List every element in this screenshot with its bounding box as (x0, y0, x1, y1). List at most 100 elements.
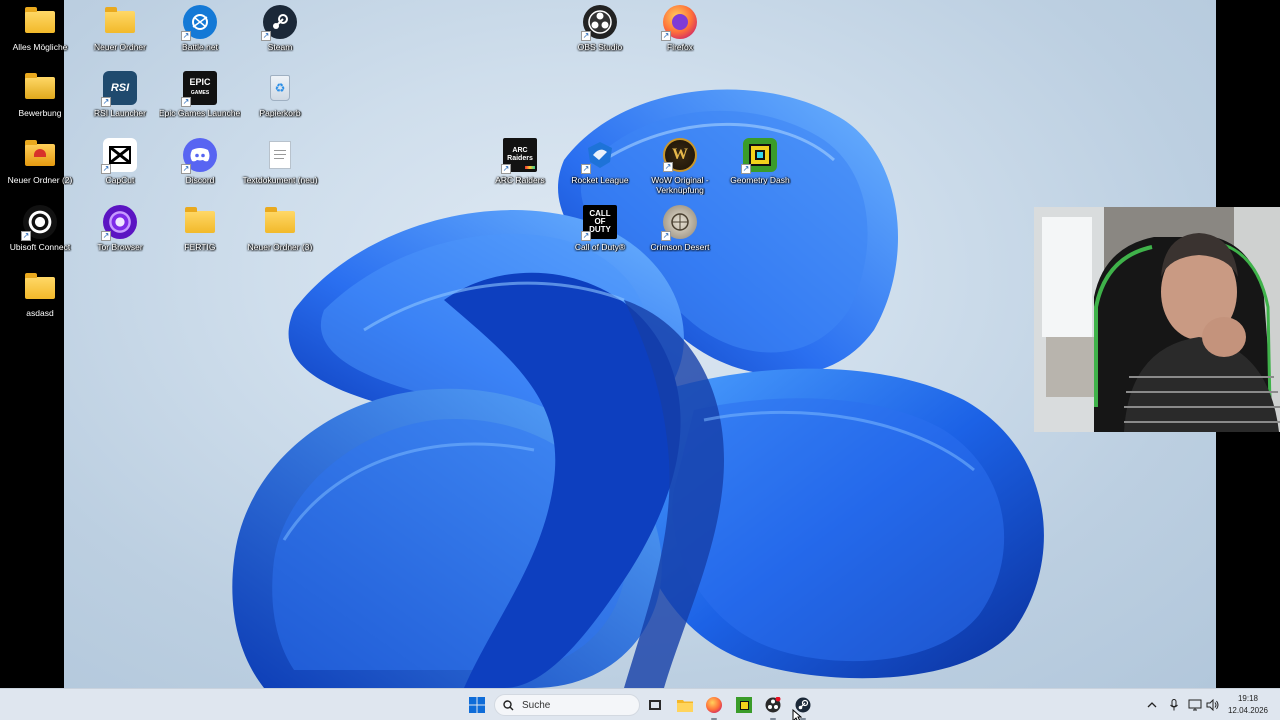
desktop-icon-firefox[interactable]: ↗ Firefox (640, 0, 720, 62)
icon-label: Neuer Ordner (94, 42, 146, 52)
folder-icon (183, 205, 217, 239)
text-document-icon (263, 138, 297, 172)
start-icon (469, 697, 485, 713)
icon-label: Neuer Ordner (3) (247, 242, 313, 252)
task-view-icon (649, 700, 661, 710)
icon-label: Textdokument (neu) (242, 175, 318, 185)
desktop-icon-capcut[interactable]: ↗ CapCut (80, 133, 160, 195)
discord-icon: ↗ (181, 138, 217, 174)
tray-overflow-button[interactable] (1142, 693, 1162, 717)
desktop-icon-alles-moegliche[interactable]: Alles Mögliche (0, 0, 80, 62)
wow-icon: W ↗ (663, 138, 697, 172)
desktop-icon-neuer-ordner-3[interactable]: Neuer Ordner (3) (240, 200, 320, 262)
icon-label: Papierkorb (259, 108, 301, 118)
icon-label: Ubisoft Connect (9, 242, 71, 252)
capcut-icon: ↗ (101, 138, 137, 174)
webcam-overlay (1034, 207, 1280, 432)
icon-label: ARC Raiders (495, 175, 545, 185)
desktop-icon-bewerbung[interactable]: Bewerbung (0, 66, 80, 128)
icon-label: Tor Browser (97, 242, 143, 252)
taskbar-obs-button[interactable] (760, 693, 786, 720)
crimson-desert-icon: ↗ (661, 205, 697, 241)
file-explorer-icon (677, 700, 693, 712)
desktop-icon-neuer-ordner-2[interactable]: Neuer Ordner (2) (0, 133, 80, 195)
mouse-cursor-icon (792, 709, 802, 720)
taskbar: Suche 19:18 12.04.2026 (0, 688, 1280, 720)
search-icon (503, 699, 514, 710)
desktop-icon-call-of-duty[interactable]: CALL OF DUTY ↗ Call of Duty® (560, 200, 640, 262)
icon-label: Neuer Ordner (2) (7, 175, 73, 185)
epic-games-icon: EPIC GAMES ↗ (181, 71, 217, 107)
taskbar-firefox-button[interactable] (701, 693, 727, 720)
desktop-icon-asdasd[interactable]: asdasd (0, 266, 80, 328)
icon-label: Discord (185, 175, 215, 185)
battlenet-icon: ↗ (181, 5, 217, 41)
webcam-feed (1034, 207, 1280, 432)
desktop-icon-wow[interactable]: W ↗ WoW Original - Verknüpfung (640, 133, 720, 195)
desktop-icon-rocket-league[interactable]: ↗ Rocket League (560, 133, 640, 195)
icon-label: FERTIG (184, 242, 216, 252)
search-placeholder: Suche (522, 699, 551, 711)
microphone-button[interactable] (1164, 693, 1184, 717)
firefox-icon: ↗ (661, 5, 697, 41)
icon-label: RSI Launcher (94, 108, 146, 118)
arc-raiders-icon: ARC Raiders ↗ (501, 138, 537, 174)
desktop-icon-ubisoft-connect[interactable]: ↗ Ubisoft Connect (0, 200, 80, 262)
call-of-duty-icon: CALL OF DUTY ↗ (581, 205, 617, 241)
desktop-icon-textdokument[interactable]: Textdokument (neu) (240, 133, 320, 195)
desktop-icon-epic-games[interactable]: EPIC GAMES ↗ Epic Games Launcher (159, 66, 241, 128)
desktop-icon-arc-raiders[interactable]: ARC Raiders ↗ ARC Raiders (480, 133, 560, 195)
task-view-button[interactable] (642, 693, 668, 717)
rocket-league-icon: ↗ (581, 138, 617, 174)
tor-icon: ↗ (101, 205, 137, 241)
icon-label: Epic Games Launcher (159, 108, 241, 118)
folder-icon (23, 5, 57, 39)
rsi-icon: RSI ↗ (101, 71, 137, 107)
firefox-icon (706, 697, 722, 713)
desktop-icon-steam[interactable]: ↗ Steam (240, 0, 320, 62)
clock-time: 19:18 (1237, 694, 1259, 703)
icon-label: Firefox (667, 42, 693, 52)
ubisoft-icon: ↗ (21, 205, 57, 241)
icon-label: Call of Duty® (574, 242, 626, 252)
desktop-icon-rsi-launcher[interactable]: RSI ↗ RSI Launcher (80, 66, 160, 128)
desktop-icon-crimson-desert[interactable]: ↗ Crimson Desert (640, 200, 720, 262)
desktop-icon-battlenet[interactable]: ↗ Battle.net (160, 0, 240, 62)
icon-label: Crimson Desert (650, 242, 710, 252)
folder-icon (103, 5, 137, 39)
desktop-icon-tor-browser[interactable]: ↗ Tor Browser (80, 200, 160, 262)
desktop-icon-neuer-ordner[interactable]: Neuer Ordner (80, 0, 160, 62)
icon-label: Rocket League (571, 175, 629, 185)
recycle-bin-icon: ♻ (263, 71, 297, 105)
clock-date: 12.04.2026 (1227, 706, 1269, 715)
desktop-icon-papierkorb[interactable]: ♻ Papierkorb (240, 66, 320, 128)
microphone-icon (1170, 699, 1178, 711)
desktop-icon-geometry-dash[interactable]: ↗ Geometry Dash (720, 133, 800, 195)
file-explorer-button[interactable] (672, 693, 698, 717)
icon-label: Bewerbung (18, 108, 62, 118)
icon-label: Steam (267, 42, 293, 52)
taskbar-geometry-dash-button[interactable] (731, 693, 757, 717)
obs-icon (765, 697, 781, 713)
geometry-dash-icon (736, 697, 752, 713)
clock[interactable]: 19:18 12.04.2026 (1222, 693, 1274, 717)
geometry-dash-icon: ↗ (741, 138, 777, 174)
steam-icon: ↗ (261, 5, 297, 41)
icon-label: Alles Mögliche (12, 42, 68, 52)
network-icon (1188, 699, 1202, 711)
icon-label: CapCut (105, 175, 135, 185)
screen: Alles Mögliche Neuer Ordner ↗ Battle.net… (0, 0, 1280, 720)
folder-icon (23, 138, 57, 172)
icon-label: Geometry Dash (730, 175, 790, 185)
obs-icon: ↗ (581, 5, 617, 41)
network-button[interactable] (1185, 693, 1205, 717)
desktop-icon-discord[interactable]: ↗ Discord (160, 133, 240, 195)
desktop-icon-obs-studio[interactable]: ↗ OBS Studio (560, 0, 640, 62)
icon-label: WoW Original - Verknüpfung (651, 175, 709, 195)
volume-button[interactable] (1203, 693, 1223, 717)
icon-label: Battle.net (182, 42, 218, 52)
start-button[interactable] (464, 693, 490, 717)
desktop-icon-fertig[interactable]: FERTIG (160, 200, 240, 262)
icon-label: asdasd (26, 308, 54, 318)
taskbar-search[interactable]: Suche (494, 694, 640, 716)
